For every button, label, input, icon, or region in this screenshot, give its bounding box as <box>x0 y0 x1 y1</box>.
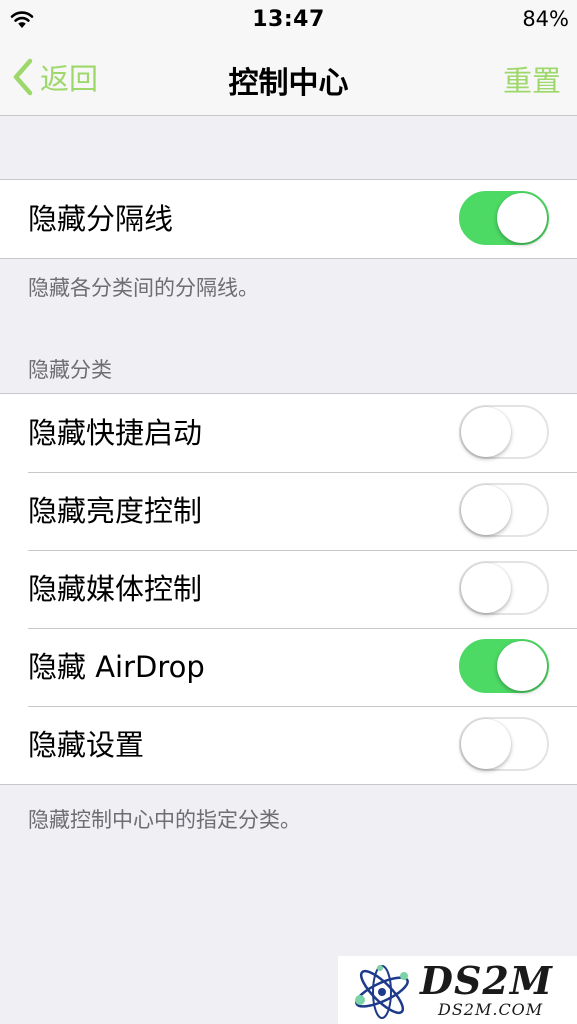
setting-row-hide-settings: 隐藏设置 <box>0 706 577 784</box>
setting-row-hide-media: 隐藏媒体控制 <box>0 550 577 628</box>
hide-quick-launch-toggle[interactable] <box>459 405 549 459</box>
status-bar: 13:47 84% <box>0 0 577 40</box>
status-time: 13:47 <box>252 7 325 32</box>
reset-button[interactable]: 重置 <box>503 58 561 100</box>
hide-media-toggle[interactable] <box>459 561 549 615</box>
separator-footer-note: 隐藏各分类间的分隔线。 <box>28 276 259 300</box>
setting-label: 隐藏亮度控制 <box>28 494 203 528</box>
setting-label: 隐藏 AirDrop <box>28 650 205 684</box>
watermark: DS2M DS2M.COM <box>338 956 577 1024</box>
setting-label: 隐藏设置 <box>28 728 145 762</box>
setting-label: 隐藏分隔线 <box>28 202 174 236</box>
setting-label: 隐藏媒体控制 <box>28 572 203 606</box>
page-title: 控制中心 <box>228 66 349 101</box>
category-settings-group: 隐藏快捷启动 隐藏亮度控制 隐藏媒体控制 隐藏 AirDrop 隐藏设置 <box>0 393 577 785</box>
setting-row-hide-brightness: 隐藏亮度控制 <box>0 472 577 550</box>
category-section-header: 隐藏分类 <box>28 358 112 382</box>
watermark-subtitle: DS2M.COM <box>438 1000 544 1019</box>
separator-settings-group: 隐藏分隔线 <box>0 179 577 259</box>
hide-separator-toggle[interactable] <box>459 191 549 245</box>
watermark-title: DS2M <box>420 958 553 1003</box>
hide-settings-toggle[interactable] <box>459 717 549 771</box>
navigation-bar: 返回 控制中心 重置 <box>0 40 577 116</box>
setting-row-hide-quick-launch: 隐藏快捷启动 <box>0 394 577 472</box>
toggle-knob <box>497 193 547 243</box>
toggle-knob <box>461 485 511 535</box>
hide-airdrop-toggle[interactable] <box>459 639 549 693</box>
atom-logo-icon <box>355 965 409 1019</box>
toggle-knob <box>461 719 511 769</box>
category-footer-note: 隐藏控制中心中的指定分类。 <box>28 808 301 832</box>
setting-row-hide-separator: 隐藏分隔线 <box>0 180 577 258</box>
toggle-knob <box>461 407 511 457</box>
setting-row-hide-airdrop: 隐藏 AirDrop <box>0 628 577 706</box>
toggle-knob <box>461 563 511 613</box>
setting-label: 隐藏快捷启动 <box>28 416 203 450</box>
battery-level: 84% <box>522 7 569 31</box>
toggle-knob <box>497 641 547 691</box>
hide-brightness-toggle[interactable] <box>459 483 549 537</box>
